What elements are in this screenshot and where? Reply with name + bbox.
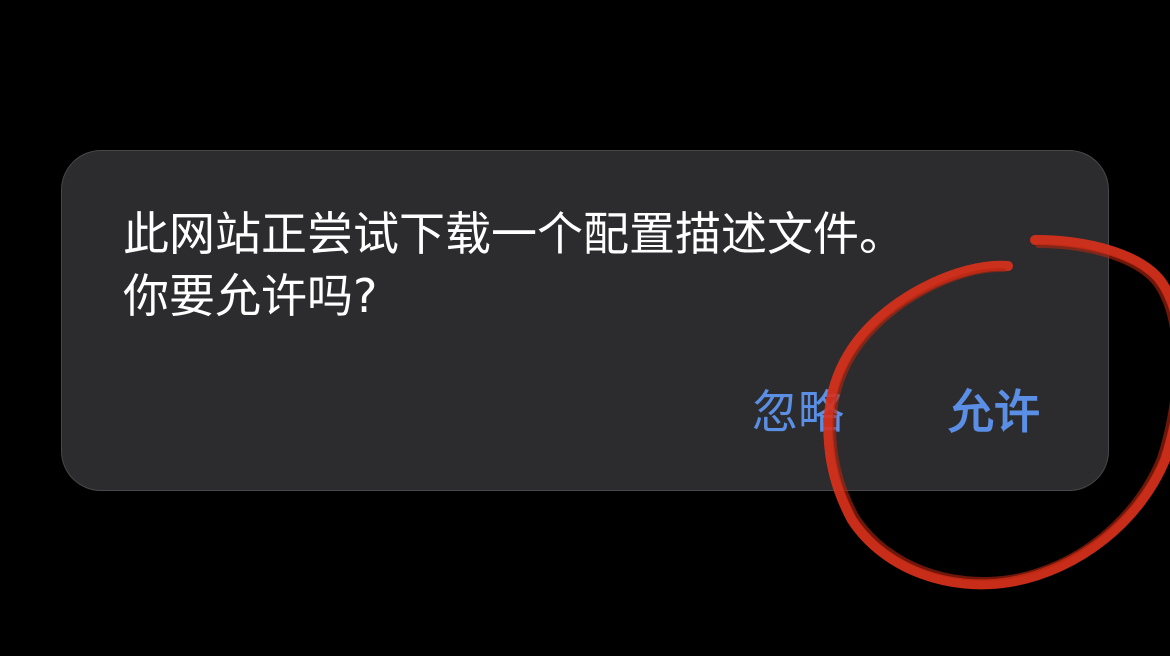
profile-download-alert: 此网站正尝试下载一个配置描述文件。 你要允许吗? 忽略 允许	[61, 150, 1109, 491]
alert-message: 此网站正尝试下载一个配置描述文件。 你要允许吗?	[123, 203, 1053, 327]
allow-button[interactable]: 允许	[948, 379, 1040, 445]
alert-message-line-1: 此网站正尝试下载一个配置描述文件。	[123, 207, 905, 261]
ignore-button[interactable]: 忽略	[752, 379, 844, 445]
alert-message-line-2: 你要允许吗?	[123, 269, 378, 323]
